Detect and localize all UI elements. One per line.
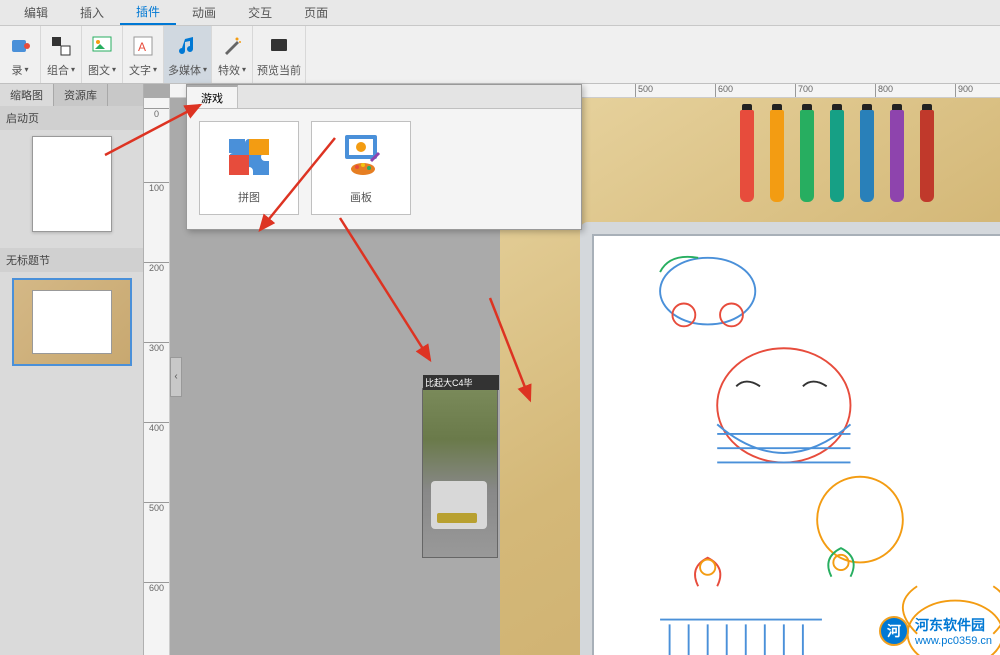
drawboard-label: 画板 [350, 189, 372, 205]
record-icon [9, 35, 31, 57]
marker-teal[interactable] [830, 110, 844, 202]
photo-caption: 比起大C4毕 [423, 375, 499, 390]
puzzle-icon [225, 135, 273, 175]
group-icon [50, 35, 72, 57]
tool-image-text[interactable]: 图文▾ [82, 26, 123, 83]
startup-label: 启动页 [0, 106, 143, 130]
drawing-sketch [592, 234, 1000, 655]
text-icon: A [132, 35, 154, 57]
menu-page[interactable]: 页面 [288, 0, 344, 25]
left-panel: 缩略图 资源库 启动页 无标题节 [0, 84, 144, 655]
dropdown-item-puzzle[interactable]: 拼图 [199, 121, 299, 215]
puzzle-label: 拼图 [238, 189, 260, 205]
menu-interaction[interactable]: 交互 [232, 0, 288, 25]
car-icon [431, 481, 487, 529]
preview-icon [268, 35, 290, 57]
panel-tabs: 缩略图 资源库 [0, 84, 143, 106]
image-icon [91, 35, 113, 57]
tab-thumbnails[interactable]: 缩略图 [0, 84, 54, 106]
watermark-title: 河东软件园 [915, 615, 992, 635]
collapse-handle[interactable]: ‹ [170, 357, 182, 397]
tool-multimedia[interactable]: 多媒体▾ [164, 26, 212, 83]
marker-blue[interactable] [860, 110, 874, 202]
whiteboard[interactable] [580, 222, 1000, 655]
wand-icon [221, 35, 243, 57]
tab-resources[interactable]: 资源库 [54, 84, 108, 106]
tool-text[interactable]: A 文字▾ [123, 26, 164, 83]
marker-purple[interactable] [890, 110, 904, 202]
drawboard-icon [337, 131, 385, 179]
marker-orange[interactable] [770, 110, 784, 202]
watermark: 河 河东软件园 www.pc0359.cn [879, 615, 992, 647]
tool-preview[interactable]: 预览当前 [253, 26, 306, 83]
marker-maroon[interactable] [920, 110, 934, 202]
watermark-url: www.pc0359.cn [915, 635, 992, 647]
tool-record[interactable]: 录▾ [0, 26, 41, 83]
tool-effects[interactable]: 特效▾ [212, 26, 253, 83]
menu-edit[interactable]: 编辑 [8, 0, 64, 25]
thumbnail-startup[interactable] [32, 136, 112, 232]
menu-plugins[interactable]: 插件 [120, 0, 176, 25]
vertical-ruler: 0 100 200 300 400 500 600 700 [144, 98, 170, 655]
music-icon [177, 35, 199, 57]
thumbnail-slide-1[interactable] [12, 278, 132, 366]
markers-tray [740, 110, 934, 202]
watermark-logo: 河 [879, 616, 909, 646]
section-label: 无标题节 [0, 248, 143, 272]
dropdown-item-drawboard[interactable]: 画板 [311, 121, 411, 215]
toolbar: 录▾ 组合▾ 图文▾ A 文字▾ 多媒体▾ 特效▾ 预览当前 [0, 26, 1000, 84]
tool-group[interactable]: 组合▾ [41, 26, 82, 83]
multimedia-dropdown: 游戏 拼图 [186, 84, 582, 230]
menu-animation[interactable]: 动画 [176, 0, 232, 25]
embedded-photo[interactable]: 比起大C4毕 [422, 388, 498, 558]
marker-red[interactable] [740, 110, 754, 202]
svg-text:A: A [138, 40, 146, 54]
dropdown-tab-games[interactable]: 游戏 [187, 85, 238, 108]
marker-green[interactable] [800, 110, 814, 202]
menu-insert[interactable]: 插入 [64, 0, 120, 25]
menu-bar: 编辑 插入 插件 动画 交互 页面 [0, 0, 1000, 26]
